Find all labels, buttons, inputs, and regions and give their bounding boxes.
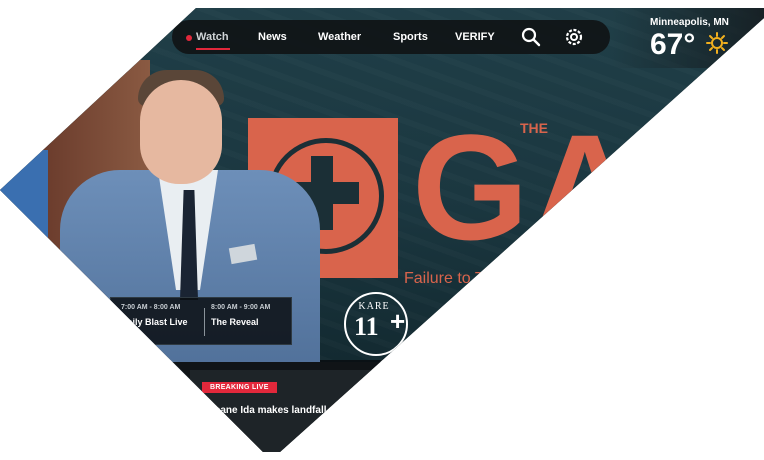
live-dot-icon	[186, 35, 192, 41]
content-rail	[0, 362, 764, 452]
top-nav-bar	[172, 20, 610, 54]
nav-item-watch[interactable]: Watch	[196, 31, 229, 43]
schedule-item[interactable]: 8:00 AM - 9:00 AM The Reveal	[211, 304, 270, 327]
nav-item-sports[interactable]: Sports	[393, 31, 428, 43]
schedule-item[interactable]: 7:00 AM - 8:00 AM Daily Blast Live	[121, 304, 188, 327]
schedule-time: 8:00 AM - 9:00 AM	[211, 304, 271, 311]
breaking-live-badge: BREAKING LIVE	[202, 382, 277, 393]
logo-number: 11	[354, 312, 379, 341]
schedule-title: Daily Blast Live	[121, 317, 188, 327]
search-icon[interactable]	[521, 27, 541, 47]
content-card[interactable]	[368, 376, 428, 416]
schedule-title: The Reveal	[211, 317, 259, 327]
anchor-face	[140, 80, 222, 184]
schedule-time: 7:00 AM - 8:00 AM	[121, 304, 181, 311]
active-tab-indicator	[196, 48, 230, 50]
weather-city: Minneapolis, MN	[650, 17, 729, 28]
weather-temperature: 67°	[650, 28, 696, 61]
program-schedule: 7:00 AM - 8:00 AM Daily Blast Live 8:00 …	[110, 297, 292, 345]
gear-icon[interactable]	[564, 27, 584, 47]
studio-blue-screen	[0, 150, 48, 270]
logo-plus: +	[390, 306, 406, 336]
sun-icon	[706, 32, 728, 54]
nav-item-verify[interactable]: VERIFY	[455, 31, 495, 43]
breaking-headline: icane Ida makes landfall	[212, 405, 327, 416]
schedule-divider	[204, 308, 205, 336]
sign-subtitle: Failure to Tre	[404, 270, 499, 287]
sign-big-word: GAR	[412, 103, 752, 271]
nav-item-news[interactable]: News	[258, 31, 287, 43]
video-player-frame[interactable]: THE GAR Failure to Tre 7:00 AM - 8:00 AM…	[0, 8, 764, 452]
nav-item-weather[interactable]: Weather	[318, 31, 361, 43]
